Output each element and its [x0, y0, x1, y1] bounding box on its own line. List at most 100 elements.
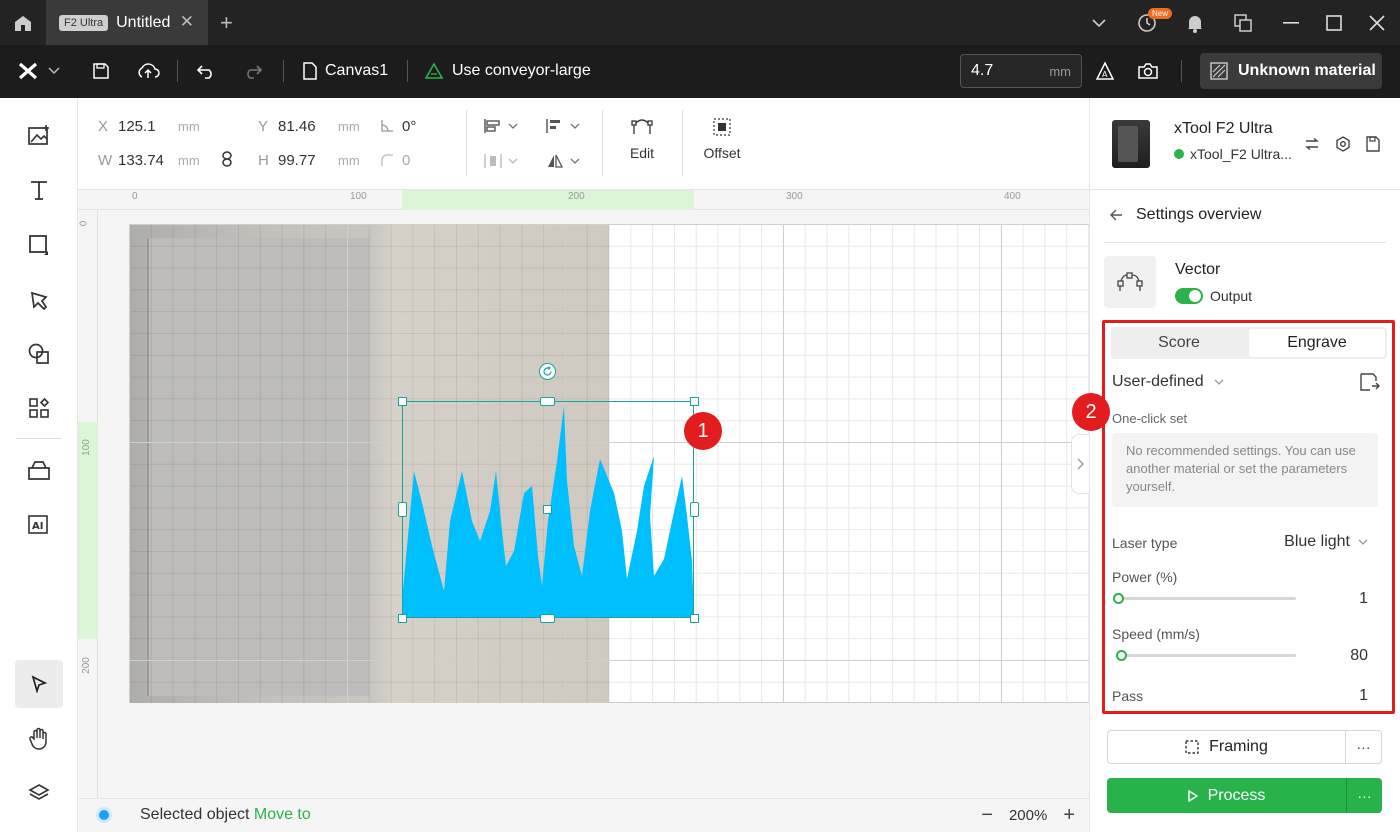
redo-button[interactable] [243, 58, 263, 84]
layers-tool[interactable] [15, 769, 63, 817]
center-handle[interactable] [543, 505, 552, 514]
edit-button[interactable]: Edit [612, 118, 672, 161]
chevron-down-icon[interactable] [1086, 10, 1112, 36]
tab-close-icon[interactable]: ✕ [180, 12, 194, 32]
canvas-area[interactable]: 0 100 200 300 400 0 100 200 1 [78, 190, 1089, 798]
power-value[interactable]: 1 [1359, 590, 1368, 608]
move-to-link[interactable]: Move to [254, 806, 311, 823]
combine-tool[interactable] [15, 330, 63, 378]
switch-device-icon[interactable] [1302, 134, 1322, 154]
maximize-icon[interactable] [1321, 10, 1347, 36]
resize-handle-top-right[interactable] [690, 397, 699, 406]
add-image-tool[interactable] [15, 111, 63, 159]
thickness-input[interactable]: 4.7 mm [960, 54, 1082, 88]
device-settings-icon[interactable] [1333, 134, 1353, 154]
status-message: Selected object Move to [140, 806, 311, 824]
arrange-menu-button[interactable] [546, 118, 580, 134]
lock-ratio-icon[interactable] [222, 151, 232, 172]
offset-button[interactable]: Offset [692, 118, 752, 161]
document-tab[interactable]: F2 Ultra Untitled ✕ [46, 0, 208, 45]
add-tab-icon[interactable]: + [220, 10, 233, 36]
output-toggle[interactable] [1175, 288, 1203, 304]
resize-handle-top[interactable] [540, 397, 555, 406]
speed-slider-knob[interactable] [1116, 650, 1128, 661]
power-slider[interactable] [1112, 593, 1296, 604]
windows-icon[interactable] [1230, 10, 1256, 36]
chevron-down-icon [570, 123, 580, 129]
resize-handle-right[interactable] [690, 502, 699, 517]
zoom-level[interactable]: 200% [1009, 807, 1047, 824]
resize-handle-left[interactable] [398, 502, 407, 517]
x-field[interactable]: X 125.1 [98, 116, 156, 136]
app-menu-button[interactable] [18, 58, 60, 84]
close-window-icon[interactable] [1364, 10, 1390, 36]
hand-tool[interactable] [15, 715, 63, 763]
elements-tool[interactable] [15, 384, 63, 432]
speed-slider[interactable] [1116, 650, 1296, 661]
text-tool[interactable] [15, 166, 63, 214]
conveyor-button[interactable]: Use conveyor-large [424, 58, 591, 84]
ai-tool[interactable]: AI [15, 500, 63, 548]
rotation-field[interactable]: 0° [380, 116, 416, 136]
canvas-selector[interactable]: Canvas1 [303, 58, 388, 84]
status-indicator [96, 807, 112, 823]
save-button[interactable] [92, 58, 110, 84]
power-label: Power (%) [1112, 569, 1178, 585]
resize-handle-bottom-left[interactable] [398, 614, 407, 623]
auto-measure-button[interactable]: A [1094, 58, 1116, 84]
measure-icon: A [1095, 61, 1115, 80]
laser-type-select[interactable]: Blue light [1284, 533, 1368, 551]
undo-button[interactable] [196, 58, 216, 84]
no-recommendation-message: No recommended settings. You can use ano… [1112, 433, 1378, 507]
resize-handle-bottom[interactable] [540, 614, 555, 623]
h-field[interactable]: H 99.77 [258, 150, 316, 170]
project-library-tool[interactable] [15, 446, 63, 494]
device-file-icon[interactable] [1363, 134, 1383, 154]
ruler-tick: 200 [80, 657, 92, 674]
distribute-menu-button[interactable] [484, 153, 518, 169]
h-unit: mm [338, 153, 360, 168]
edit-label: Edit [629, 145, 655, 161]
text-icon [31, 181, 47, 200]
speed-value[interactable]: 80 [1350, 647, 1368, 665]
bell-icon[interactable] [1182, 10, 1208, 36]
tab-engrave[interactable]: Engrave [1249, 329, 1385, 357]
settings-overview-header[interactable]: Settings overview [1110, 206, 1261, 224]
cloud-save-button[interactable] [136, 58, 160, 84]
panel-collapse-toggle[interactable] [1071, 434, 1089, 494]
zoom-control: − 200% + [981, 804, 1075, 827]
save-preset-button[interactable] [1360, 373, 1380, 396]
material-icon [1210, 62, 1228, 80]
select-tool[interactable] [15, 660, 63, 708]
corner-radius-field[interactable]: 0 [380, 150, 410, 170]
pass-label: Pass [1112, 688, 1144, 704]
device-connection[interactable]: xTool_F2 Ultra... [1174, 146, 1292, 162]
device-name: xTool F2 Ultra [1174, 120, 1273, 137]
resize-handle-bottom-right[interactable] [690, 614, 699, 623]
minimize-icon[interactable] [1278, 10, 1304, 36]
flip-menu-button[interactable] [546, 153, 580, 169]
framing-button[interactable]: Framing [1108, 731, 1345, 763]
power-slider-knob[interactable] [1112, 593, 1124, 604]
y-field[interactable]: Y 81.46 [258, 116, 316, 136]
align-menu-button[interactable] [484, 118, 518, 134]
framing-more-button[interactable]: ··· [1345, 731, 1381, 763]
material-button[interactable]: Unknown material [1200, 53, 1382, 89]
home-button[interactable] [0, 0, 46, 45]
zoom-in-button[interactable]: + [1063, 804, 1075, 827]
right-panel: xTool F2 Ultra xTool_F2 Ultra... Setting… [1072, 98, 1400, 832]
pass-value[interactable]: 1 [1359, 687, 1368, 705]
pen-tool[interactable] [15, 276, 63, 324]
process-more-button[interactable]: ··· [1346, 778, 1382, 813]
vector-layer-icon [1104, 256, 1156, 308]
shape-tool[interactable] [15, 221, 63, 269]
ruler-tick: 100 [80, 439, 92, 456]
camera-button[interactable] [1137, 58, 1159, 84]
resize-handle-top-left[interactable] [398, 397, 407, 406]
w-field[interactable]: W 133.74 [98, 150, 164, 170]
zoom-out-button[interactable]: − [981, 804, 993, 827]
preset-dropdown[interactable]: User-defined [1112, 373, 1224, 391]
process-button[interactable]: Process [1107, 778, 1346, 813]
tab-score[interactable]: Score [1111, 327, 1247, 359]
rotate-handle[interactable] [539, 363, 556, 380]
